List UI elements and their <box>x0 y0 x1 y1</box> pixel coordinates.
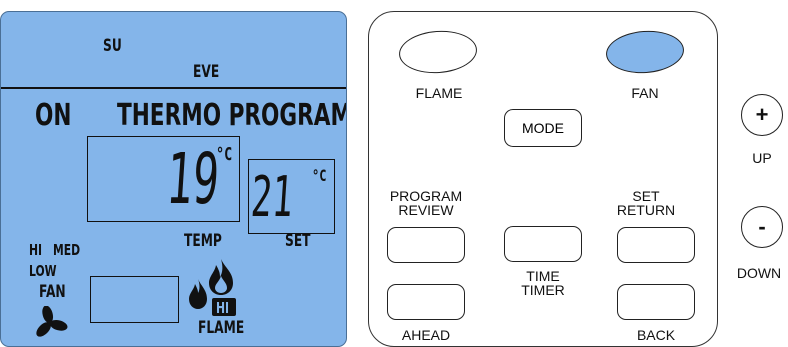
fan-icon <box>36 306 68 337</box>
fan-toggle-button[interactable] <box>604 28 686 76</box>
period-indicator: EVE <box>193 62 220 82</box>
fan-speed-low: LOW <box>29 262 57 280</box>
fan-speed-med: MED <box>53 241 81 259</box>
time-timer-button[interactable] <box>504 226 582 262</box>
mode-button-label: MODE <box>522 120 564 136</box>
up-button[interactable]: + <box>741 94 783 136</box>
current-temp-unit: °C <box>216 144 233 165</box>
temp-label: TEMP <box>184 231 222 251</box>
time-timer-label-line1: TIME <box>526 268 560 284</box>
back-button[interactable] <box>617 284 695 320</box>
lcd-display: SU EVE ON THERMO PROGRAM 19 °C 21 °C TEM… <box>0 11 347 347</box>
fan-button-label: FAN <box>631 85 659 101</box>
flame-large-icon <box>209 259 233 295</box>
mode-title: THERMO PROGRAM <box>117 98 347 133</box>
aux-display-box <box>90 276 179 323</box>
fan-label: FAN <box>39 282 66 302</box>
mode-button[interactable]: MODE <box>504 109 582 147</box>
fan-speed-hi: HI <box>29 241 43 259</box>
current-temp-value: 19 <box>164 138 222 220</box>
plus-icon: + <box>755 102 769 127</box>
set-return-label-line1: SET <box>632 188 660 204</box>
minus-icon: - <box>758 214 766 239</box>
program-review-label-line1: PROGRAM <box>389 188 463 204</box>
status-indicator: ON <box>35 98 72 133</box>
set-return-button[interactable] <box>617 227 695 263</box>
program-review-label-line2: REVIEW <box>398 202 454 218</box>
up-button-label: UP <box>752 150 772 166</box>
set-return-label-line2: RETURN <box>616 202 676 218</box>
set-label: SET <box>285 231 311 251</box>
flame-small-icon <box>189 279 207 309</box>
flame-level-indicator: HI <box>216 299 230 317</box>
flame-toggle-button[interactable] <box>397 28 479 76</box>
program-review-button[interactable] <box>387 227 465 263</box>
flame-label: FLAME <box>198 318 245 338</box>
ahead-button-label: AHEAD <box>401 327 451 343</box>
lcd-divider <box>1 87 346 89</box>
back-button-label: BACK <box>636 327 676 343</box>
set-temp-value: 21 <box>249 165 296 230</box>
flame-button-label: FLAME <box>415 85 463 101</box>
down-button-label: DOWN <box>736 265 782 281</box>
ahead-button[interactable] <box>387 284 465 320</box>
set-temp-unit: °C <box>312 166 327 185</box>
control-panel: FLAME FAN MODE PROGRAM REVIEW SET RETURN… <box>368 11 718 347</box>
time-timer-label-line2: TIMER <box>521 282 565 298</box>
day-indicator: SU <box>103 36 122 56</box>
down-button[interactable]: - <box>741 206 783 248</box>
